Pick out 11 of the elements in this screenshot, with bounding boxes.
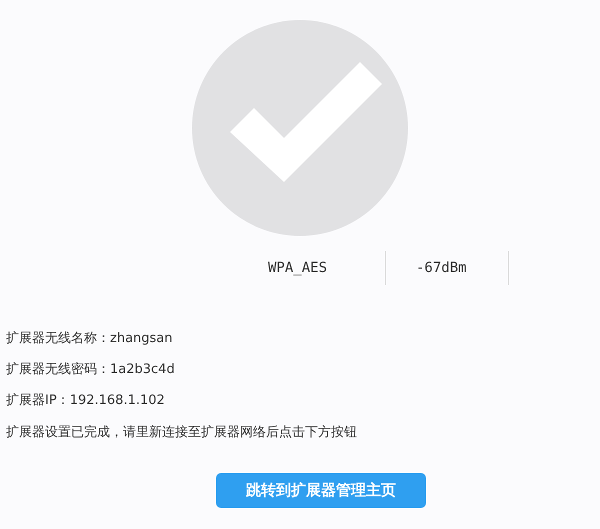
completion-message: 扩展器设置已完成，请里新连接至扩展器网络后点击下方按钮 [6,424,358,441]
info-label: 扩展器无线名称： [6,330,110,348]
info-value: 1a2b3c4d [110,361,175,380]
info-label: 扩展器无线密码： [6,361,110,380]
success-check-icon [192,20,408,236]
info-label: 扩展器IP： [6,392,70,410]
info-value: 192.168.1.102 [70,392,165,410]
manage-page-button[interactable]: 跳转到扩展器管理主页 [216,473,426,508]
signal-strength: -67dBm [415,258,468,278]
info-value: zhangsan [110,330,172,348]
security-type: WPA_AES [268,258,328,278]
